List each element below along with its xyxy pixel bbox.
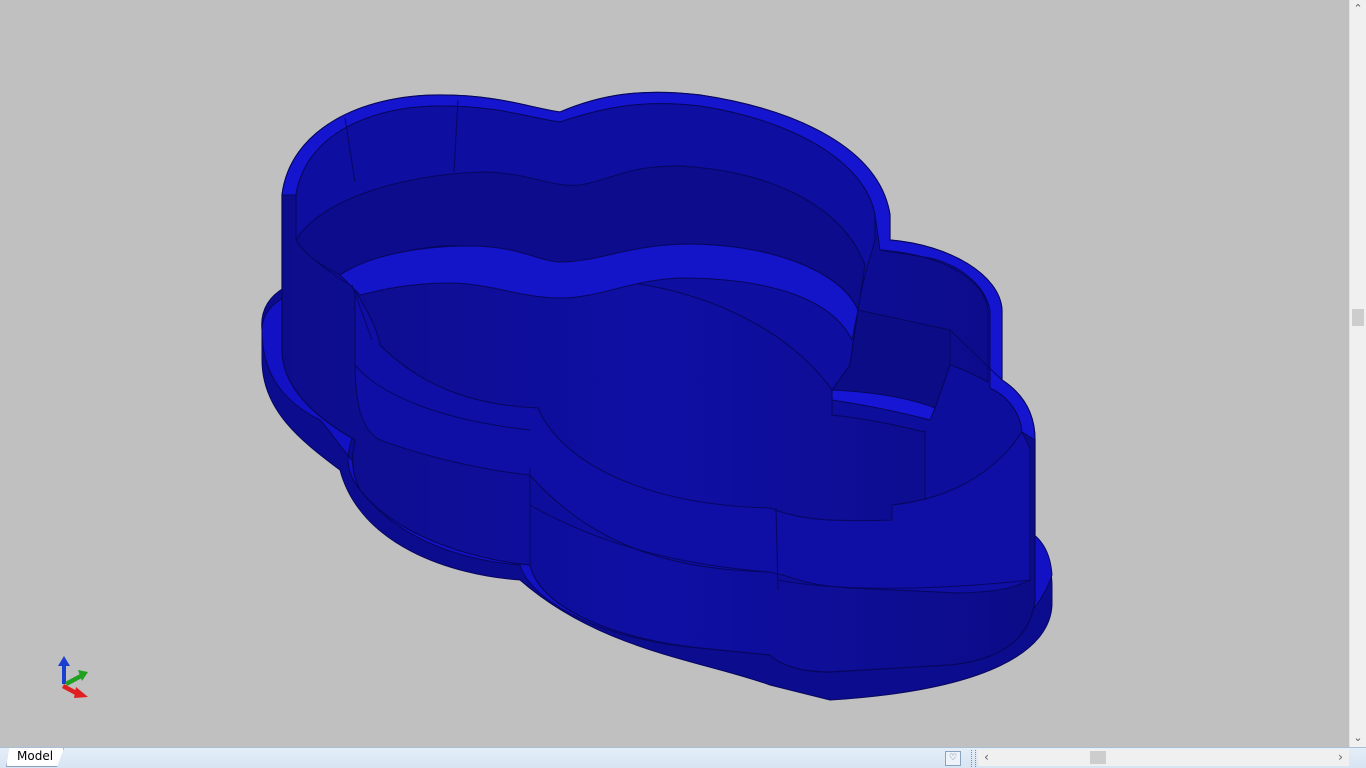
y-axis-arrow-icon [65, 670, 88, 686]
scrollbar-splitter[interactable] [971, 750, 976, 767]
z-axis-arrow-icon [58, 656, 70, 684]
model-canvas[interactable] [0, 0, 1349, 747]
x-axis-arrow-icon [62, 684, 88, 698]
3d-viewport[interactable] [0, 0, 1349, 747]
vertical-scroll-thumb[interactable] [1352, 309, 1364, 326]
vertical-scrollbar[interactable]: ⌃ ⌄ [1349, 0, 1366, 747]
axis-triad [58, 656, 88, 698]
chevron-down-icon[interactable]: ⌄ [1350, 729, 1366, 746]
tab-menu-button[interactable]: ♡ [945, 751, 961, 766]
status-bar: Model ♡ ‹ › [0, 747, 1366, 768]
chevron-left-icon[interactable]: ‹ [978, 749, 995, 766]
chevron-up-icon[interactable]: ⌃ [1350, 0, 1366, 17]
chevron-down-icon: ♡ [948, 753, 958, 763]
chevron-right-icon[interactable]: › [1332, 749, 1349, 766]
horizontal-scrollbar[interactable]: ‹ › [978, 749, 1349, 766]
tab-model[interactable]: Model [6, 748, 65, 767]
horizontal-scroll-thumb[interactable] [1090, 751, 1106, 764]
